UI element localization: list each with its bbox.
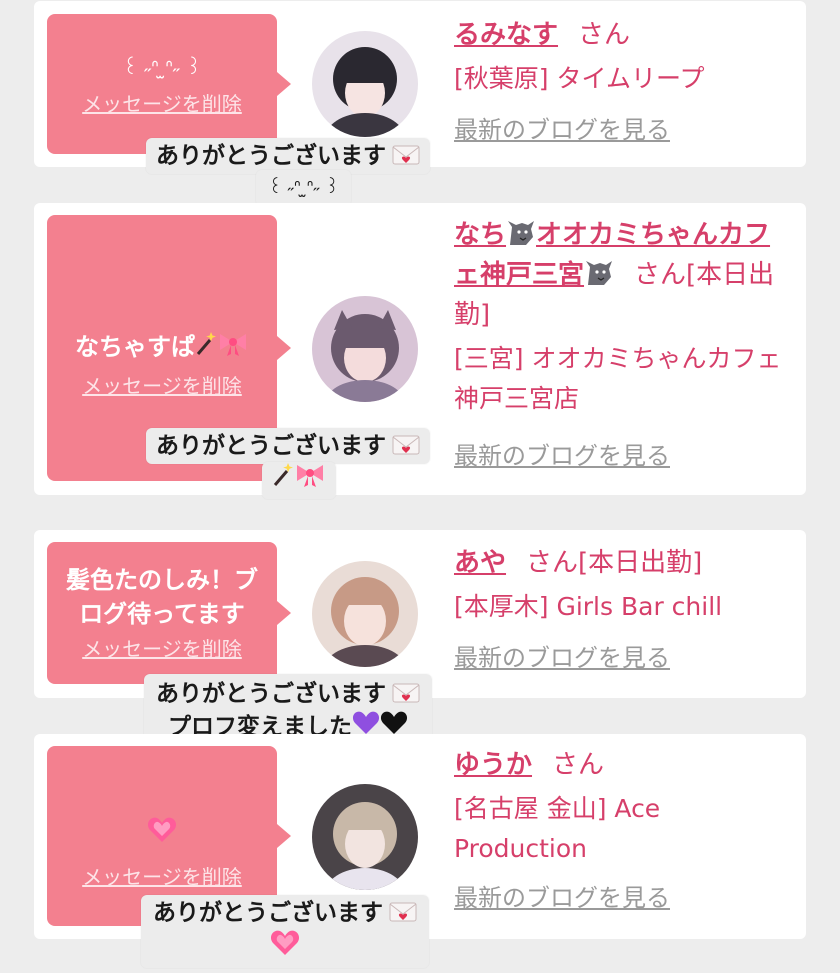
shop-name: [三宮] オオカミちゃんカフェ神戸三宮店 xyxy=(454,344,782,413)
shop-name: [名古屋 金山] Ace Production xyxy=(454,794,661,863)
san-suffix: さん xyxy=(552,750,605,780)
ribbon-icon xyxy=(294,462,326,499)
message-bubble: 髪色たのしみ！ブログ待ってます メッセージを削除 xyxy=(47,542,291,684)
avatar[interactable] xyxy=(312,296,418,402)
reply-text: ありがとうございます xyxy=(156,433,386,459)
delete-message-link[interactable]: メッセージを削除 xyxy=(82,90,242,118)
message-text-line xyxy=(137,782,187,853)
latest-blog-link[interactable]: 最新のブログを見る xyxy=(454,439,784,473)
wolf-icon xyxy=(508,221,535,245)
pink-heart-icon xyxy=(147,816,177,853)
ribbon-icon xyxy=(217,331,249,366)
shop-name: [本厚木] Girls Bar chill xyxy=(454,592,723,621)
delete-message-link[interactable]: メッセージを削除 xyxy=(82,372,242,400)
san-suffix: さん xyxy=(578,20,631,50)
delete-message-link[interactable]: メッセージを削除 xyxy=(82,635,242,663)
reply-extra xyxy=(262,462,336,499)
cast-name-line: あや さん[本日出勤] xyxy=(454,543,784,583)
reply-message: ありがとうございます xyxy=(141,895,429,968)
san-suffix: さん xyxy=(634,260,687,290)
love-letter-icon xyxy=(392,145,420,165)
reply-text: ありがとうございます xyxy=(156,681,386,707)
cast-info: るみなす さん [秋葉原] タイムリープ 最新のブログを見る xyxy=(454,15,784,147)
work-status: [本日出勤] xyxy=(578,548,703,578)
reply-line: ありがとうございます xyxy=(156,678,420,710)
cast-info: なち オオカミちゃんカフェ神戸三宮 さん[本日出勤] [三宮] オオカミちゃんカフェ… xyxy=(454,215,784,473)
reply-line: ありがとうございます xyxy=(156,430,420,462)
reply-extra: ꒰ ˶ᐢ ̫ᐢ˶ ꒱ xyxy=(256,170,352,206)
magic-wand-icon xyxy=(272,462,294,499)
cast-name-line: ゆうか さん xyxy=(454,745,784,785)
latest-blog-link[interactable]: 最新のブログを見る xyxy=(454,641,784,675)
cast-name-part1: なち xyxy=(454,220,507,250)
cast-name-link[interactable]: ゆうか xyxy=(454,750,532,780)
san-suffix: さん xyxy=(526,548,579,578)
avatar[interactable] xyxy=(312,784,418,890)
message-text: ꒰ ˶ᐢ ̫ᐢ˶ ꒱ xyxy=(122,55,202,79)
reply-line: ありがとうございます xyxy=(153,897,417,929)
reply-line: ありがとうございます xyxy=(156,140,420,172)
message-bubble: ꒰ ˶ᐢ ̫ᐢ˶ ꒱ メッセージを削除 xyxy=(47,14,291,154)
shop-name: [秋葉原] タイムリープ xyxy=(454,64,705,93)
message-text: なちゃすぱ xyxy=(75,333,195,362)
pink-heart-icon xyxy=(270,929,300,966)
magic-wand-icon xyxy=(195,331,217,366)
reply-message: ありがとうございます xyxy=(146,138,430,174)
cast-name-line: るみなす さん xyxy=(454,15,784,55)
love-letter-icon xyxy=(392,435,420,455)
delete-message-link[interactable]: メッセージを削除 xyxy=(82,863,242,891)
latest-blog-link[interactable]: 最新のブログを見る xyxy=(454,113,784,147)
reply-text: ありがとうございます xyxy=(153,900,383,926)
reply-extra-text: ꒰ ˶ᐢ ̫ᐢ˶ ꒱ xyxy=(268,177,340,198)
message-text: 髪色たのしみ！ブログ待ってます xyxy=(66,566,258,628)
cast-name-line: なち オオカミちゃんカフェ神戸三宮 さん[本日出勤] xyxy=(454,215,784,335)
message-text-line: なちゃすぱ xyxy=(65,296,259,366)
love-letter-icon xyxy=(389,902,417,922)
love-letter-icon xyxy=(392,683,420,703)
cast-info: ゆうか さん [名古屋 金山] Ace Production 最新のブログを見る xyxy=(454,745,784,915)
avatar[interactable] xyxy=(312,561,418,667)
wolf-icon xyxy=(586,261,613,285)
reply-line xyxy=(153,929,417,966)
cast-name-link[interactable]: るみなす xyxy=(454,20,558,50)
cast-name-link[interactable]: あや xyxy=(454,548,506,578)
reply-text: ありがとうございます xyxy=(156,143,386,169)
latest-blog-link[interactable]: 最新のブログを見る xyxy=(454,881,784,915)
avatar[interactable] xyxy=(312,31,418,137)
reply-message: ありがとうございます xyxy=(146,428,430,464)
cast-info: あや さん[本日出勤] [本厚木] Girls Bar chill 最新のブログを… xyxy=(454,543,784,675)
